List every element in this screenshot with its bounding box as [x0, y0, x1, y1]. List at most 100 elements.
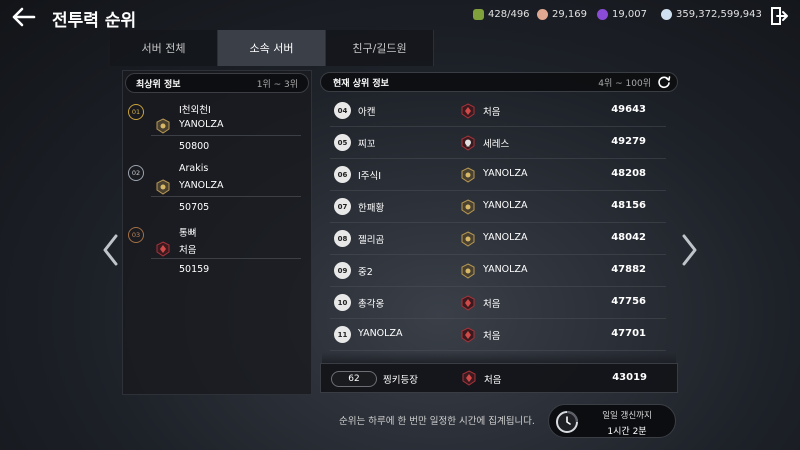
guild-name: YANOLZA: [483, 232, 528, 243]
tab-my-server[interactable]: 소속 서버: [218, 30, 326, 66]
currency-value: 428/496: [488, 9, 530, 20]
rank-badge: 01: [128, 104, 144, 120]
page-title: 전투력 순위: [52, 11, 137, 31]
guild-emblem-icon: [462, 370, 476, 386]
rank-badge: 02: [128, 165, 144, 181]
guild-emblem-icon: [156, 241, 170, 257]
row-divider: [330, 350, 666, 351]
ranking-row[interactable]: 04 아캔 처음 49643: [330, 96, 666, 127]
tab-friends-guild[interactable]: 친구/길드원: [326, 30, 434, 66]
top-panel-header: 최상위 정보 1위 ~ 3위: [125, 73, 309, 93]
guild-name: 세레스: [483, 139, 510, 150]
ranking-row[interactable]: 09 중2 YANOLZA 47882: [330, 256, 666, 287]
current-panel-title: 현재 상위 정보: [333, 78, 389, 89]
rank-number: 08: [334, 230, 351, 247]
power-score: 48042: [611, 232, 646, 243]
top-entry[interactable]: 03 통뼈 처음 50159: [123, 221, 313, 283]
rank-number: 05: [334, 134, 351, 151]
tab-all-servers[interactable]: 서버 전체: [110, 30, 218, 66]
player-name: 찌꼬: [358, 139, 376, 150]
guild-name: YANOLZA: [483, 168, 528, 179]
my-player-name: 찡키등장: [383, 375, 418, 386]
refresh-icon[interactable]: [657, 75, 671, 89]
purple-gem-icon: [597, 9, 608, 20]
power-score: 49643: [611, 104, 646, 115]
rank-number: 10: [334, 294, 351, 311]
guild-name: 처음: [483, 299, 501, 310]
power-score: 47701: [611, 328, 646, 339]
guild-name: YANOLZA: [179, 119, 224, 130]
refresh-timer: 일일 갱신까지 1시간 2분: [548, 404, 676, 438]
power-score: 50159: [179, 264, 210, 275]
guild-name: YANOLZA: [483, 264, 528, 275]
row-divider: [330, 318, 666, 319]
next-page-arrow-icon[interactable]: [678, 232, 700, 268]
top-entry[interactable]: 01 I천외천I YANOLZA 50800: [123, 98, 313, 160]
guild-emblem-icon: [156, 179, 170, 195]
ranking-row[interactable]: 11 YANOLZA 처음 47701: [330, 320, 666, 351]
currency-orb: 359,372,599,943: [661, 9, 762, 20]
guild-emblem-icon: [461, 199, 475, 215]
player-name: I주식I: [358, 171, 382, 182]
player-name: 통뼈: [179, 228, 197, 239]
ranking-row[interactable]: 08 젤리곰 YANOLZA 48042: [330, 224, 666, 255]
timer-label: 일일 갱신까지: [602, 411, 652, 421]
player-name: 총각옹: [358, 299, 385, 310]
guild-emblem-icon: [156, 118, 170, 134]
ranking-row[interactable]: 06 I주식I YANOLZA 48208: [330, 160, 666, 191]
power-score: 50705: [179, 202, 210, 213]
currency-value: 29,169: [552, 9, 587, 20]
stamina-icon: [473, 9, 484, 20]
my-guild-name: 처음: [484, 375, 502, 386]
guild-name: YANOLZA: [483, 200, 528, 211]
timer-value: 1시간 2분: [607, 427, 647, 437]
current-ranking-panel: 현재 상위 정보 4위 ~ 100위 04 아캔 처음 49643 05 찌꼬 세레스 492…: [320, 70, 678, 395]
my-rank-row[interactable]: 62 찡키등장 처음 43019: [320, 363, 678, 393]
guild-emblem-icon: [461, 327, 475, 343]
ranking-row[interactable]: 07 한패황 YANOLZA 48156: [330, 192, 666, 223]
rank-badge: 03: [128, 227, 144, 243]
player-name: 한패황: [358, 203, 385, 214]
ranking-row[interactable]: 05 찌꼬 세레스 49279: [330, 128, 666, 159]
currency-gold: 29,169: [537, 9, 587, 20]
guild-emblem-icon: [461, 263, 475, 279]
currency-value: 359,372,599,943: [676, 9, 762, 20]
divider: [151, 135, 301, 136]
row-divider: [330, 222, 666, 223]
back-arrow-icon[interactable]: [10, 5, 36, 29]
top-entry[interactable]: 02 Arakis YANOLZA 50705: [123, 159, 313, 221]
power-score: 50800: [179, 141, 210, 152]
player-name: 중2: [358, 267, 373, 278]
guild-name: 처음: [483, 107, 501, 118]
exit-icon[interactable]: [769, 6, 789, 26]
tab-bar: 서버 전체 소속 서버 친구/길드원: [110, 30, 434, 66]
currency-value: 19,007: [612, 9, 647, 20]
rank-number: 09: [334, 262, 351, 279]
power-score: 47882: [611, 264, 646, 275]
gold-coin-icon: [537, 9, 548, 20]
guild-name: 처음: [179, 245, 197, 256]
silver-orb-icon: [661, 9, 672, 20]
my-power-score: 43019: [612, 372, 647, 383]
row-divider: [330, 254, 666, 255]
guild-name: 처음: [483, 331, 501, 342]
current-panel-range-group: 4위 ~ 100위: [598, 75, 671, 89]
current-panel-header: 현재 상위 정보 4위 ~ 100위: [320, 72, 678, 92]
ranking-row[interactable]: 10 총각옹 처음 47756: [330, 288, 666, 319]
guild-emblem-icon: [461, 167, 475, 183]
top-panel-range: 1위 ~ 3위: [256, 79, 298, 90]
row-divider: [330, 190, 666, 191]
guild-emblem-icon: [461, 135, 475, 151]
currency-gem: 19,007: [597, 9, 647, 20]
rank-number: 11: [334, 326, 351, 343]
guild-emblem-icon: [461, 295, 475, 311]
player-name: 젤리곰: [358, 235, 385, 246]
top-ranking-panel: 최상위 정보 1위 ~ 3위 01 I천외천I YANOLZA 50800 02…: [122, 70, 312, 395]
rank-number: 07: [334, 198, 351, 215]
player-name: 아캔: [358, 107, 376, 118]
prev-page-arrow-icon[interactable]: [100, 232, 122, 268]
currency-stamina: 428/496: [473, 9, 530, 20]
clock-icon: [556, 411, 578, 433]
divider: [151, 258, 301, 259]
row-divider: [330, 126, 666, 127]
